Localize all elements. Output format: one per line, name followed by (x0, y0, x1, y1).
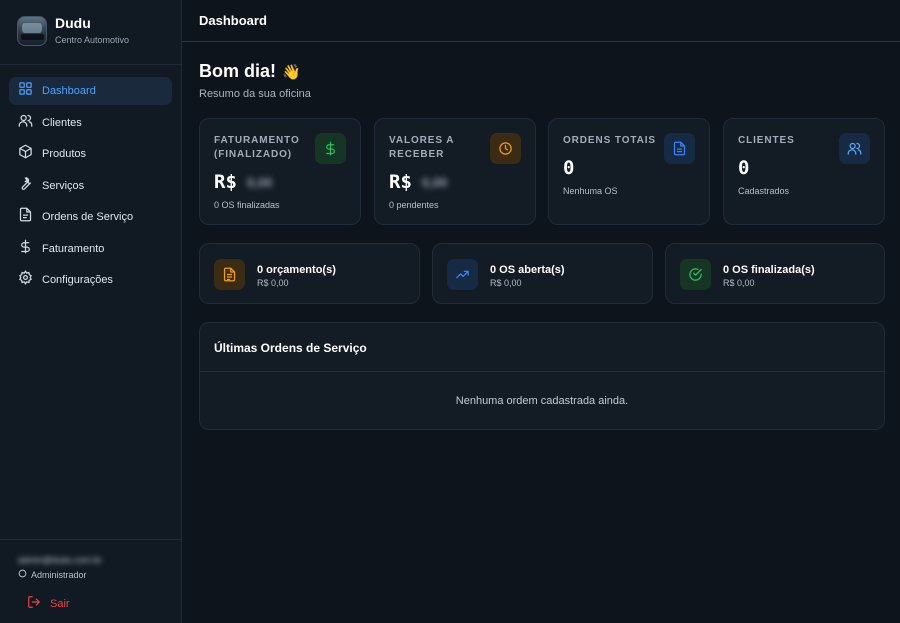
sidebar-item-faturamento[interactable]: Faturamento (9, 235, 172, 263)
sidebar-divider (0, 64, 182, 65)
greeting-subtitle: Resumo da sua oficina (199, 88, 311, 100)
wrench-icon (18, 176, 33, 196)
logout-label: Sair (50, 597, 70, 610)
stat-card-clientes: Clientes 0 Cadastrados (723, 118, 885, 225)
users-icon (839, 133, 870, 164)
stat-title: Clientes (738, 135, 795, 146)
latest-orders-panel: Últimas Ordens de Serviço Nenhuma ordem … (199, 322, 885, 430)
box-icon (18, 144, 33, 164)
stat-card-faturamento: Faturamento (Finalizado) R$ 0,00 0 OS fin… (199, 118, 361, 225)
stat-note: Nenhuma OS (563, 186, 618, 196)
stat-value: R$ 0,00 (389, 171, 448, 193)
sidebar-item-label: Serviços (42, 179, 85, 192)
sidebar-item-ordens[interactable]: Ordens de Serviço (9, 203, 172, 231)
summary-value: R$ 0,00 (257, 278, 289, 288)
user-email: admin@dudu.com.br (18, 555, 102, 565)
summary-value: R$ 0,00 (723, 278, 755, 288)
file-icon (664, 133, 695, 164)
user-role: Administrador (18, 569, 87, 580)
stat-value: 0 (738, 157, 750, 179)
summary-title: 0 orçamento(s) (257, 264, 336, 276)
stat-card-receber: Valores a Receber R$ 0,00 0 pendentes (374, 118, 536, 225)
document-icon (18, 207, 33, 227)
latest-orders-title: Últimas Ordens de Serviço (214, 341, 367, 355)
stat-title: Ordens Totais (563, 135, 657, 146)
summary-card-abertas[interactable]: 0 OS aberta(s) R$ 0,00 (432, 243, 653, 304)
summary-value: R$ 0,00 (490, 278, 522, 288)
dollar-icon (18, 239, 33, 259)
file-text-icon (214, 259, 245, 290)
logout-icon (27, 595, 41, 612)
sidebar-item-label: Produtos (42, 148, 87, 160)
sidebar-divider (0, 539, 182, 540)
waving-hand-icon: 👋 (282, 63, 301, 81)
stat-card-ordens: Ordens Totais 0 Nenhuma OS (548, 118, 710, 225)
stat-note: 0 pendentes (389, 200, 439, 210)
trending-up-icon (447, 259, 478, 290)
stat-title: Valores a Receber (389, 135, 454, 160)
sidebar-item-label: Clientes (42, 116, 82, 129)
sidebar-item-label: Configurações (42, 274, 113, 286)
stat-value: R$ 0,00 (214, 171, 273, 193)
sidebar-item-label: Dashboard (42, 85, 96, 97)
summary-card-finalizadas[interactable]: 0 OS finalizada(s) R$ 0,00 (665, 243, 885, 304)
brand-subtitle: Centro Automotivo (55, 35, 130, 45)
page-title: Dashboard (199, 13, 267, 28)
sidebar-item-produtos[interactable]: Produtos (9, 140, 172, 168)
clock-icon (490, 133, 521, 164)
user-role-label: Administrador (31, 569, 87, 580)
brand[interactable]: Dudu Centro Automotivo (17, 15, 129, 47)
sidebar: Dudu Centro Automotivo Dashboard Cliente… (0, 0, 182, 623)
check-circle-icon (680, 259, 711, 290)
sidebar-item-servicos[interactable]: Serviços (9, 172, 172, 200)
sidebar-item-label: Ordens de Serviço (42, 211, 134, 223)
stat-title: Faturamento (Finalizado) (214, 135, 300, 160)
shield-icon (18, 569, 31, 580)
gear-icon (18, 270, 33, 290)
greeting-title: Bom dia! 👋 (199, 61, 301, 81)
empty-state-message: Nenhuma ordem cadastrada ainda. (455, 395, 629, 407)
sidebar-item-dashboard[interactable]: Dashboard (9, 77, 172, 105)
sidebar-item-clientes[interactable]: Clientes (9, 109, 172, 137)
stat-value: 0 (563, 157, 575, 179)
panel-divider (200, 371, 884, 372)
stat-note: 0 OS finalizadas (214, 200, 280, 210)
summary-title: 0 OS aberta(s) (490, 264, 565, 276)
sidebar-nav: Dashboard Clientes Produtos Serviços Ord… (9, 77, 172, 298)
topbar: Dashboard (182, 0, 900, 42)
users-icon (18, 113, 33, 133)
logout-button[interactable]: Sair (18, 595, 70, 612)
sidebar-item-configuracoes[interactable]: Configurações (9, 266, 172, 294)
stat-note: Cadastrados (738, 186, 790, 196)
summary-title: 0 OS finalizada(s) (723, 264, 815, 276)
summary-card-orcamentos[interactable]: 0 orçamento(s) R$ 0,00 (199, 243, 420, 304)
brand-name: Dudu (55, 15, 91, 31)
sidebar-item-label: Faturamento (42, 242, 105, 255)
dollar-icon (315, 133, 346, 164)
grid-icon (18, 81, 33, 101)
brand-logo (17, 16, 47, 46)
